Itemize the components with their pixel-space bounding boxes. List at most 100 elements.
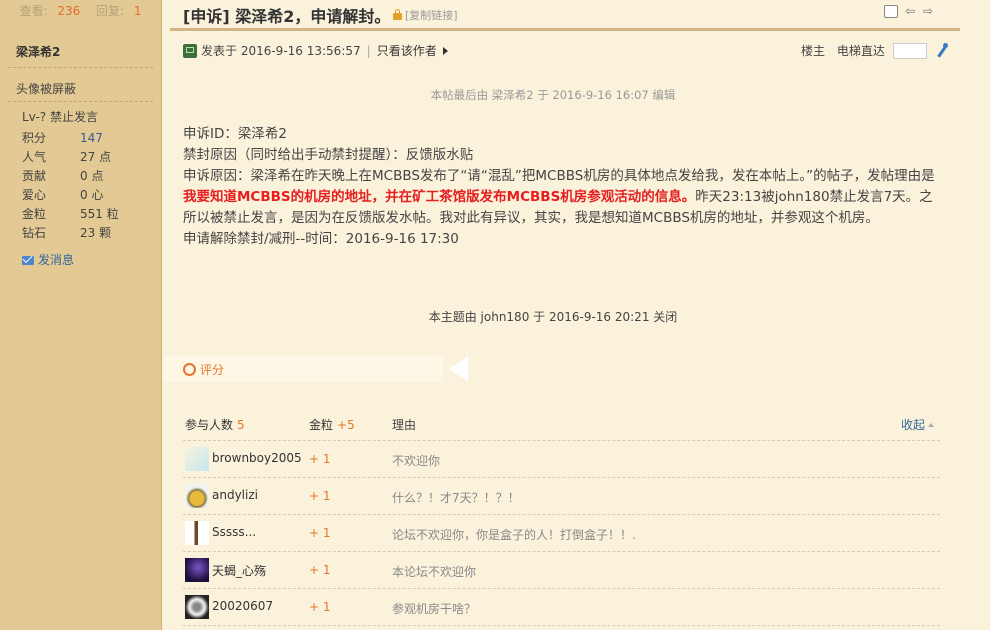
rating-reason: 不欢迎你 <box>392 454 441 468</box>
table-row: brownboy2005 + 1 不欢迎你 <box>183 441 940 478</box>
go-floor-icon[interactable] <box>935 43 949 58</box>
lock-icon <box>393 9 402 20</box>
rater-name[interactable]: Sssss... <box>212 525 256 539</box>
online-status-icon <box>183 44 197 58</box>
rating-tab-label: 评分 <box>183 361 224 378</box>
thread-stats: 查看: 236 回复: 1 <box>0 0 161 22</box>
rater-name[interactable]: andylizi <box>212 488 258 502</box>
thread-title: [申诉] 梁泽希2，申请解封。 <box>183 7 391 26</box>
avatar[interactable] <box>185 447 209 471</box>
floor-label[interactable]: 楼主 <box>801 44 825 58</box>
rating-reason: 论坛不欢迎你，你是盒子的人！打倒盒子！！. <box>392 528 636 542</box>
user-level[interactable]: Lv-? 禁止发言 <box>22 108 98 125</box>
edited-note: 本帖最后由 梁泽希2 于 2016-9-16 16:07 编辑 <box>430 88 676 102</box>
replies-count: 1 <box>133 4 142 18</box>
avatar[interactable] <box>185 484 209 508</box>
stat-row-gold: 金粒 551 粒 <box>22 205 152 224</box>
collapse-button[interactable]: 收起 <box>901 410 934 440</box>
thread-header: [申诉] 梁泽希2，申请解封。 [复制链接] ⇦ ⇨ <box>163 0 963 28</box>
stat-label: 钻石 <box>22 226 47 240</box>
rater-name[interactable]: 天蝎_心殇 <box>212 562 266 579</box>
rating-tab-text: 评分 <box>200 363 225 377</box>
post-line: 禁封原因（同时给出手动禁封提醒）：反馈版水贴 <box>183 147 474 163</box>
stat-label: 人气 <box>22 150 47 164</box>
post-meta: 发表于 2016-9-16 13:56:57 | 只看该作者 楼主 电梯直达 <box>183 42 948 60</box>
rating-score: + 1 <box>309 526 331 540</box>
table-row: andylizi + 1 什么？！才7天？！？！ <box>183 478 940 515</box>
col-participants: 参与人数 5 <box>185 410 245 440</box>
caret-up-icon <box>928 423 934 427</box>
author-username[interactable]: 梁泽希2 <box>16 43 60 60</box>
avatar[interactable] <box>185 521 209 545</box>
col-reason: 理由 <box>392 418 417 432</box>
post-line: 申诉ID：梁泽希2 <box>183 126 287 142</box>
thread-closed-note: 本主题由 john180 于 2016-9-16 20:21 关闭 <box>428 310 678 324</box>
rating-score: + 1 <box>309 600 331 614</box>
stat-value[interactable]: 147 <box>80 131 103 145</box>
collapse-label: 收起 <box>900 418 925 432</box>
rating-reason: 参观机房干啥？ <box>392 602 477 616</box>
print-icon[interactable] <box>884 5 898 18</box>
table-row: Sssss... + 1 论坛不欢迎你，你是盒子的人！打倒盒子！！. <box>183 515 940 552</box>
divider <box>8 67 153 68</box>
rating-score: + 1 <box>309 563 331 577</box>
copy-link-label: [复制链接] <box>405 9 458 22</box>
stat-row-contribution: 贡献 0 点 <box>22 167 152 186</box>
separator: | <box>366 44 371 58</box>
rating-table-header: 参与人数 5 金粒 +5 理由 收起 <box>183 410 940 441</box>
author-only-label: 只看该作者 <box>376 44 437 58</box>
rater-name[interactable]: brownboy2005 <box>212 451 302 465</box>
table-row: 20020607 + 1 参观机房干啥？ <box>183 589 940 626</box>
stat-row-love: 爱心 0 心 <box>22 186 152 205</box>
author-only-link[interactable]: 只看该作者 <box>377 44 448 58</box>
send-message-link[interactable]: 发消息 <box>22 251 74 268</box>
avatar-blocked-notice: 头像被屏蔽 <box>16 82 77 96</box>
participants-count: 5 <box>237 418 245 432</box>
post-text: 申诉原因：梁泽希在昨天晚上在MCBBS发布了“请“混乱”把MCBBS机房的具体地… <box>183 168 935 184</box>
rating-reason: 什么？！才7天？！？！ <box>392 491 520 505</box>
avatar[interactable] <box>185 595 209 619</box>
author-sidebar: 查看: 236 回复: 1 梁泽希2 头像被屏蔽 Lv-? 禁止发言 积分 147… <box>0 0 162 630</box>
ring-icon <box>183 363 196 376</box>
table-row: 天蝎_心殇 + 1 本论坛不欢迎你 <box>183 552 940 589</box>
rating-tab-notch <box>449 356 468 382</box>
next-thread-icon[interactable]: ⇨ <box>923 4 933 18</box>
stat-label: 爱心 <box>22 188 47 202</box>
col-gold-label: 金粒 <box>309 418 334 432</box>
gold-total: +5 <box>337 418 355 432</box>
rating-reason: 本论坛不欢迎你 <box>392 565 477 579</box>
stat-value: 23 颗 <box>80 226 112 240</box>
title-divider <box>170 28 960 31</box>
col-gold: 金粒 +5 <box>309 410 355 440</box>
elevator-label: 电梯直达 <box>836 44 885 58</box>
rating-score: + 1 <box>309 452 331 466</box>
views-label: 查看: <box>19 4 48 18</box>
stat-label: 积分 <box>22 131 47 145</box>
stat-label: 金粒 <box>22 207 47 221</box>
avatar[interactable] <box>185 558 209 582</box>
post-body: 申诉ID：梁泽希2 禁封原因（同时给出手动禁封提醒）：反馈版水贴 申诉原因：梁泽… <box>183 124 943 250</box>
copy-link-button[interactable]: [复制链接] <box>393 7 458 23</box>
rating-score: + 1 <box>309 489 331 503</box>
replies-stat: 回复: 1 <box>93 4 145 18</box>
send-message-label: 发消息 <box>38 253 75 267</box>
post-paragraph: 申诉原因：梁泽希在昨天晚上在MCBBS发布了“请“混乱”把MCBBS机房的具体地… <box>183 166 943 229</box>
rating-tab[interactable]: 评分 <box>163 356 468 382</box>
views-count: 236 <box>57 4 81 18</box>
previous-thread-icon[interactable]: ⇦ <box>905 4 915 18</box>
floor-jump-input[interactable] <box>892 43 927 59</box>
mail-icon <box>22 256 34 265</box>
stat-value: 0 点 <box>80 169 104 183</box>
col-participants-label: 参与人数 <box>185 418 234 432</box>
stat-row-diamond: 钻石 23 颗 <box>22 224 152 243</box>
highlighted-text: 我要知道MCBBS的机房的地址，并在矿工茶馆版发布MCBBS机房参观活动的信息。 <box>183 189 696 205</box>
stat-label: 贡献 <box>22 169 47 183</box>
stat-row-popularity: 人气 27 点 <box>22 148 152 167</box>
rating-table: 参与人数 5 金粒 +5 理由 收起 brownboy2005 + 1 不欢迎你 a… <box>183 410 940 626</box>
rater-name[interactable]: 20020607 <box>212 599 273 613</box>
triangle-right-icon <box>442 47 448 55</box>
replies-label: 回复: <box>96 4 125 18</box>
stat-value: 0 心 <box>80 188 104 202</box>
post-date: 发表于 2016-9-16 13:56:57 <box>201 44 361 58</box>
stat-value: 27 点 <box>80 150 112 164</box>
